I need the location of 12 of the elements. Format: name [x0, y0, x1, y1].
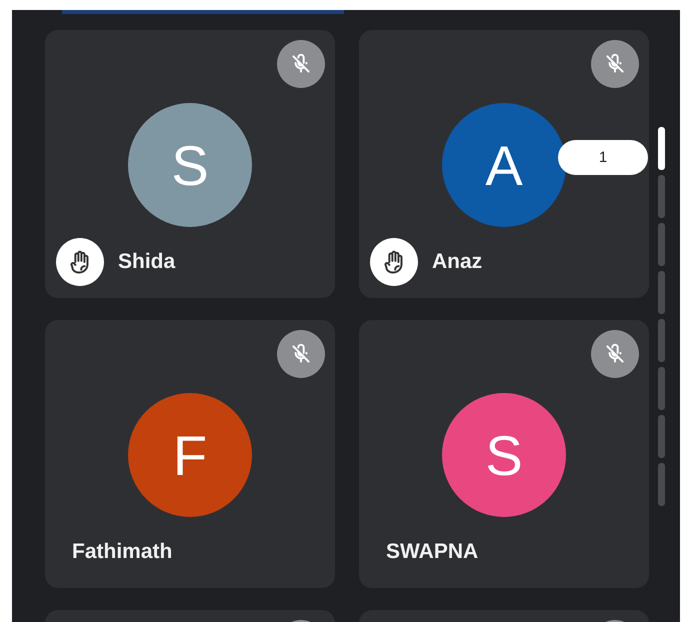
avatar: F [128, 393, 252, 517]
participant-tile[interactable]: F Fathimath [45, 320, 335, 588]
participant-name: Shida [118, 250, 176, 274]
participant-tile[interactable]: S SWAPNA [359, 320, 649, 588]
participant-name: Fathimath [72, 540, 172, 564]
avatar: S [128, 103, 252, 227]
participant-name: SWAPNA [386, 540, 478, 564]
participant-name: Anaz [432, 250, 482, 274]
avatar: S [442, 393, 566, 517]
participant-tile[interactable]: S Shida [45, 30, 335, 298]
avatar: A [442, 103, 566, 227]
page-badge: 1 [558, 140, 648, 175]
